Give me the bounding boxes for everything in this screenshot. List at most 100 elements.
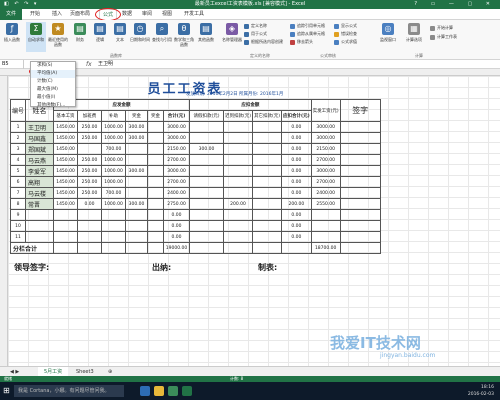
tab-developer[interactable]: 开发工具: [184, 9, 204, 20]
signature-cell[interactable]: [339, 198, 381, 210]
table-cell[interactable]: [101, 231, 127, 243]
table-cell[interactable]: 1000.00: [101, 121, 127, 133]
signature-cell[interactable]: [339, 121, 381, 133]
financial-button[interactable]: ▤ 财务: [70, 22, 90, 52]
total-actual[interactable]: 18700.00: [310, 242, 341, 254]
table-cell[interactable]: [310, 220, 341, 232]
table-cell[interactable]: 250.00: [77, 165, 103, 177]
signature-cell[interactable]: [339, 154, 381, 166]
table-cell[interactable]: 1000.00: [101, 198, 127, 210]
table-cell[interactable]: 700.00: [101, 187, 127, 199]
table-cell[interactable]: 0.00: [281, 143, 312, 155]
table-cell[interactable]: 3000.00: [310, 132, 341, 144]
table-cell[interactable]: 0.00: [281, 176, 312, 188]
signature-cell[interactable]: [339, 176, 381, 188]
employee-name-cell[interactable]: 马国鑫: [25, 132, 55, 144]
employee-name-cell[interactable]: [25, 220, 55, 232]
table-cell[interactable]: [252, 220, 283, 232]
table-cell[interactable]: [53, 231, 79, 243]
signature-cell[interactable]: [339, 132, 381, 144]
table-cell[interactable]: [189, 209, 225, 221]
table-cell[interactable]: 1450.00: [53, 165, 79, 177]
tab-view[interactable]: 视图: [162, 9, 172, 20]
table-cell[interactable]: 2: [9, 132, 27, 144]
table-cell[interactable]: [252, 121, 283, 133]
table-cell[interactable]: [147, 121, 165, 133]
table-cell[interactable]: 250.00: [77, 132, 103, 144]
table-cell[interactable]: 0.00: [281, 187, 312, 199]
table-cell[interactable]: [223, 143, 254, 155]
table-cell[interactable]: [223, 209, 254, 221]
table-cell[interactable]: 1450.00: [53, 176, 79, 188]
table-cell[interactable]: 0.00: [281, 231, 312, 243]
employee-name-cell[interactable]: [25, 209, 55, 221]
table-cell[interactable]: 10: [9, 220, 27, 232]
table-cell[interactable]: 0.00: [281, 121, 312, 133]
table-cell[interactable]: 3000.00: [310, 121, 341, 133]
table-cell[interactable]: [223, 231, 254, 243]
table-cell[interactable]: [189, 121, 225, 133]
table-cell[interactable]: [310, 209, 341, 221]
table-cell[interactable]: [125, 143, 149, 155]
table-cell[interactable]: [147, 132, 165, 144]
table-cell[interactable]: [125, 220, 149, 232]
error-checking-button[interactable]: 错误检查: [334, 31, 357, 37]
table-cell[interactable]: 0.00: [163, 209, 191, 221]
table-cell[interactable]: [252, 187, 283, 199]
table-cell[interactable]: 0.00: [281, 165, 312, 177]
menu-item-average[interactable]: 平均值(A): [31, 70, 75, 78]
cortana-search-box[interactable]: 我是 Cortana，小娜。有问题尽管问我。: [14, 385, 124, 397]
table-cell[interactable]: 2700.00: [310, 176, 341, 188]
menu-item-more-functions[interactable]: 其他函数(F)...: [31, 102, 75, 110]
table-cell[interactable]: [189, 176, 225, 188]
table-cell[interactable]: 200.00: [223, 198, 254, 210]
table-cell[interactable]: [101, 209, 127, 221]
table-cell[interactable]: 8: [9, 198, 27, 210]
table-cell[interactable]: 250.00: [77, 121, 103, 133]
table-cell[interactable]: [147, 220, 165, 232]
table-cell[interactable]: 1450.00: [53, 121, 79, 133]
table-cell[interactable]: [77, 143, 103, 155]
trace-precedents-button[interactable]: 追踪引用单元格: [290, 23, 325, 29]
table-cell[interactable]: 3: [9, 143, 27, 155]
table-cell[interactable]: [223, 220, 254, 232]
calc-options-button[interactable]: ▦ 计算选项: [402, 22, 426, 52]
table-cell[interactable]: 3000.00: [163, 132, 191, 144]
create-from-selection-button[interactable]: 根据所选内容创建: [244, 39, 283, 45]
table-cell[interactable]: 2400.00: [310, 187, 341, 199]
table-cell[interactable]: 1450.00: [53, 198, 79, 210]
tab-insert[interactable]: 插入: [52, 9, 62, 20]
table-cell[interactable]: [125, 209, 149, 221]
insert-function-button[interactable]: ƒ 插入函数: [2, 22, 22, 52]
table-cell[interactable]: 11: [9, 231, 27, 243]
logical-button[interactable]: ▤ 逻辑: [90, 22, 110, 52]
table-cell[interactable]: [310, 231, 341, 243]
table-cell[interactable]: 300.00: [189, 143, 225, 155]
table-cell[interactable]: [77, 220, 103, 232]
table-cell[interactable]: [252, 198, 283, 210]
table-cell[interactable]: [252, 176, 283, 188]
signature-cell[interactable]: [339, 143, 381, 155]
table-cell[interactable]: 3000.00: [163, 121, 191, 133]
table-cell[interactable]: 3000.00: [163, 165, 191, 177]
tab-data[interactable]: 数据: [122, 9, 132, 20]
more-functions-button[interactable]: ▤ 其他函数: [196, 22, 216, 52]
table-cell[interactable]: [223, 187, 254, 199]
store-icon[interactable]: [168, 386, 178, 396]
table-cell[interactable]: 0.00: [163, 231, 191, 243]
table-cell[interactable]: 1000.00: [101, 165, 127, 177]
signature-cell[interactable]: [339, 187, 381, 199]
table-cell[interactable]: 4: [9, 154, 27, 166]
employee-name-cell[interactable]: 马云燕: [25, 154, 55, 166]
excel-icon[interactable]: [182, 386, 192, 396]
table-cell[interactable]: [125, 187, 149, 199]
table-cell[interactable]: 1: [9, 121, 27, 133]
table-cell[interactable]: [147, 143, 165, 155]
table-cell[interactable]: 1450.00: [53, 132, 79, 144]
table-cell[interactable]: 300.00: [125, 165, 149, 177]
table-cell[interactable]: [189, 154, 225, 166]
table-cell[interactable]: [252, 132, 283, 144]
table-cell[interactable]: [189, 165, 225, 177]
formula-input[interactable]: 王卫明: [98, 60, 113, 69]
employee-name-cell[interactable]: 高翔: [25, 176, 55, 188]
